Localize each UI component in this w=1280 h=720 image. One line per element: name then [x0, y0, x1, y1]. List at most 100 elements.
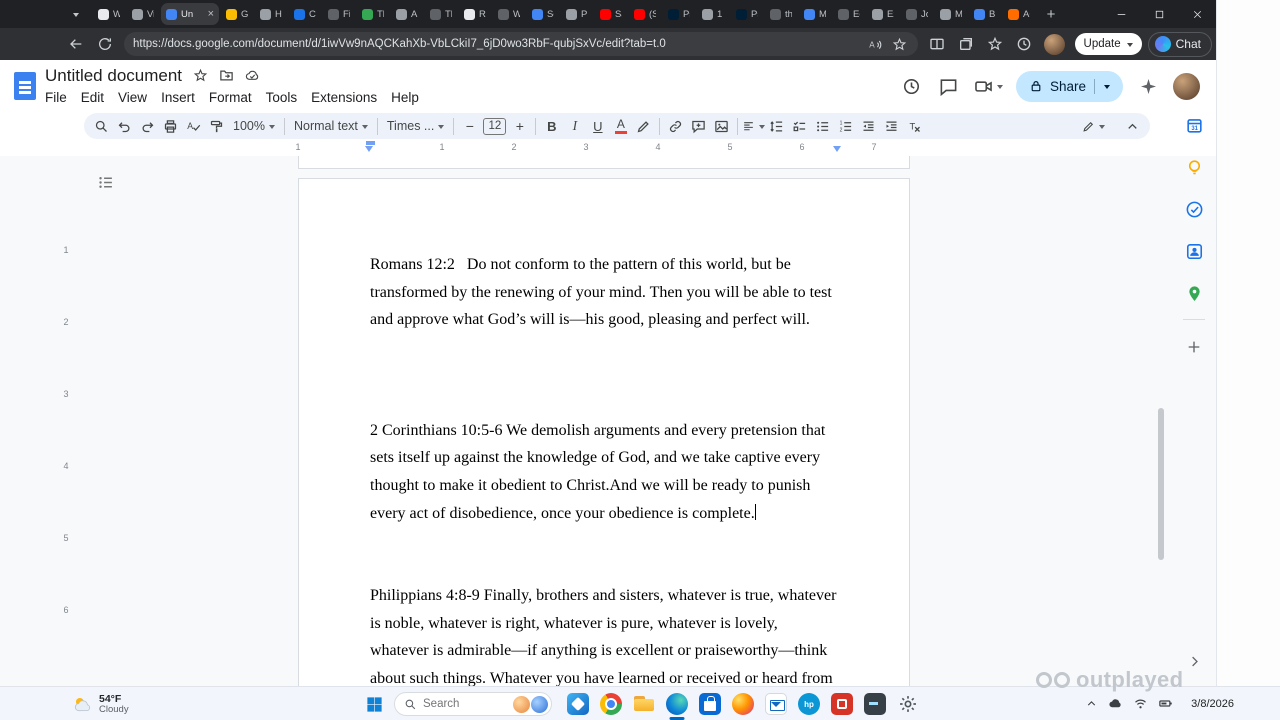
document-paragraph[interactable]: Philippians 4:8-9 Finally, brothers and … — [370, 582, 838, 686]
browser-tab[interactable]: W — [493, 3, 525, 25]
undo-button[interactable] — [113, 115, 136, 138]
update-button[interactable]: Update — [1074, 33, 1142, 55]
line-spacing-button[interactable] — [765, 115, 788, 138]
firefox-taskbar-icon[interactable] — [731, 692, 755, 716]
app-dark-taskbar-icon[interactable] — [863, 692, 887, 716]
url-bar[interactable]: https://docs.google.com/document/d/1iwVw… — [124, 32, 918, 56]
browser-tab[interactable]: Sa — [595, 3, 627, 25]
decrease-indent-button[interactable] — [857, 115, 880, 138]
browser-tab[interactable]: Ez — [867, 3, 899, 25]
document-title[interactable]: Untitled document — [45, 66, 182, 86]
browser-tab[interactable]: Sc — [527, 3, 559, 25]
show-side-panel-button[interactable] — [1183, 650, 1205, 672]
browser-tab[interactable]: W — [93, 3, 125, 25]
tray-overflow-button[interactable] — [1085, 697, 1098, 710]
tab-search-button[interactable] — [64, 2, 88, 26]
browser-profile-avatar[interactable] — [1043, 33, 1065, 55]
refresh-button[interactable] — [91, 31, 118, 58]
search-highlight-image[interactable] — [531, 695, 548, 713]
star-document-button[interactable] — [193, 68, 208, 83]
version-history-button[interactable] — [900, 74, 924, 98]
tasks-side-panel-button[interactable] — [1181, 196, 1207, 222]
copilot-chat-button[interactable]: Chat — [1147, 31, 1212, 57]
browser-tab[interactable]: Re — [459, 3, 491, 25]
new-tab-button[interactable]: + — [1040, 3, 1062, 25]
browser-tab[interactable]: AC — [1003, 3, 1035, 25]
paint-format-button[interactable] — [205, 115, 228, 138]
tab-close-button[interactable]: × — [208, 8, 214, 20]
comments-button[interactable] — [937, 74, 961, 98]
menu-file[interactable]: File — [38, 87, 74, 108]
maps-side-panel-button[interactable] — [1181, 280, 1207, 306]
document-paragraph[interactable]: 2 Corinthians 10:5-6 We demolish argumen… — [370, 417, 838, 527]
checklist-button[interactable] — [788, 115, 811, 138]
menu-help[interactable]: Help — [384, 87, 426, 108]
browser-tab[interactable]: Un × — [161, 3, 219, 25]
highlight-color-button[interactable] — [632, 115, 655, 138]
browser-tab[interactable]: 1 — [697, 3, 729, 25]
chrome-taskbar-icon[interactable] — [599, 692, 623, 716]
menus-search-button[interactable] — [90, 115, 113, 138]
keep-side-panel-button[interactable] — [1181, 154, 1207, 180]
taskbar-search-box[interactable] — [394, 692, 552, 716]
browser-tab[interactable]: G — [221, 3, 253, 25]
align-button[interactable] — [742, 115, 766, 138]
folder-taskbar-icon[interactable] — [632, 692, 656, 716]
browser-tab[interactable]: (S — [629, 3, 661, 25]
scrollbar-thumb[interactable] — [1158, 408, 1164, 560]
increase-font-size-button[interactable]: + — [508, 115, 531, 138]
taskbar-search-input[interactable] — [423, 698, 501, 710]
print-button[interactable] — [159, 115, 182, 138]
onedrive-tray-icon[interactable] — [1108, 696, 1123, 711]
share-button[interactable]: Share — [1015, 70, 1123, 102]
close-button[interactable] — [1178, 0, 1216, 28]
split-screen-button[interactable] — [924, 31, 951, 58]
menu-format[interactable]: Format — [202, 87, 259, 108]
text-color-button[interactable]: A — [609, 115, 632, 138]
paragraph-style-select[interactable]: Normal text — [289, 119, 373, 133]
document-paragraph[interactable]: Romans 12:2 Do not conform to the patter… — [370, 251, 838, 334]
numbered-list-button[interactable] — [834, 115, 857, 138]
menu-view[interactable]: View — [111, 87, 154, 108]
contacts-side-panel-button[interactable] — [1181, 238, 1207, 264]
browser-tab[interactable]: Th — [357, 3, 389, 25]
browser-tab[interactable]: M — [799, 3, 831, 25]
font-size-field[interactable]: 12 — [483, 117, 507, 135]
bulleted-list-button[interactable] — [811, 115, 834, 138]
read-aloud-button[interactable] — [864, 33, 888, 55]
app-red-taskbar-icon[interactable] — [830, 692, 854, 716]
weather-widget[interactable]: 54°F Cloudy — [72, 690, 129, 718]
maximize-button[interactable] — [1140, 0, 1178, 28]
back-button[interactable] — [62, 31, 89, 58]
browser-tab[interactable]: Vi — [127, 3, 159, 25]
start-button[interactable] — [362, 692, 386, 716]
docs-logo-icon[interactable] — [14, 72, 36, 100]
store-taskbar-icon[interactable] — [698, 692, 722, 716]
browser-tab[interactable]: Ec — [833, 3, 865, 25]
browser-tab[interactable]: Jo — [901, 3, 933, 25]
hp-taskbar-icon[interactable]: hp — [797, 692, 821, 716]
increase-indent-button[interactable] — [880, 115, 903, 138]
editing-mode-button[interactable] — [1082, 115, 1105, 138]
account-avatar[interactable] — [1173, 72, 1200, 100]
taskbar-date[interactable]: 3/8/2026 — [1191, 698, 1234, 710]
italic-button[interactable]: I — [563, 115, 586, 138]
browser-tab[interactable]: Bi — [969, 3, 1001, 25]
browser-tab[interactable]: Ar — [391, 3, 423, 25]
move-document-button[interactable] — [219, 68, 234, 83]
meet-button[interactable] — [974, 77, 1003, 96]
add-comment-button[interactable] — [687, 115, 710, 138]
collections-button[interactable] — [953, 31, 980, 58]
settings-taskbar-icon[interactable] — [896, 692, 920, 716]
zoom-select[interactable]: 100% — [228, 119, 280, 133]
favorites-button[interactable] — [982, 31, 1009, 58]
show-outline-button[interactable] — [92, 169, 118, 195]
calendar-side-panel-button[interactable] — [1181, 112, 1207, 138]
add-addon-button[interactable] — [1181, 334, 1207, 360]
menu-edit[interactable]: Edit — [74, 87, 111, 108]
bookmark-button[interactable] — [888, 33, 912, 55]
browser-tab[interactable]: Ph — [561, 3, 593, 25]
insert-link-button[interactable] — [664, 115, 687, 138]
browser-tab[interactable]: Hi — [255, 3, 287, 25]
decrease-font-size-button[interactable]: − — [458, 115, 481, 138]
